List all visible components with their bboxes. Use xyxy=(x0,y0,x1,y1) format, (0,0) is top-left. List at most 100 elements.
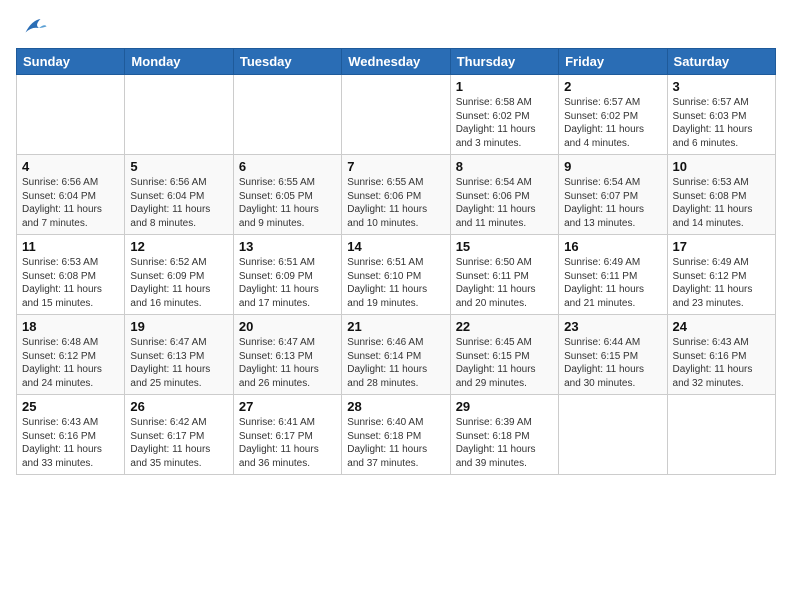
day-number: 6 xyxy=(239,159,336,174)
calendar-cell: 21 Sunrise: 6:46 AM Sunset: 6:14 PM Dayli… xyxy=(342,315,450,395)
day-number: 7 xyxy=(347,159,444,174)
day-info: Sunrise: 6:50 AM Sunset: 6:11 PM Dayligh… xyxy=(456,256,553,310)
day-info: Sunrise: 6:51 AM Sunset: 6:09 PM Dayligh… xyxy=(239,256,336,310)
calendar-cell: 26 Sunrise: 6:42 AM Sunset: 6:17 PM Dayli… xyxy=(125,395,233,475)
day-number: 26 xyxy=(130,399,227,414)
day-info: Sunrise: 6:58 AM Sunset: 6:02 PM Dayligh… xyxy=(456,96,553,150)
day-info: Sunrise: 6:51 AM Sunset: 6:10 PM Dayligh… xyxy=(347,256,444,310)
calendar-cell: 22 Sunrise: 6:45 AM Sunset: 6:15 PM Dayli… xyxy=(450,315,558,395)
calendar-body: 1 Sunrise: 6:58 AM Sunset: 6:02 PM Daylig… xyxy=(17,75,776,475)
calendar-cell: 8 Sunrise: 6:54 AM Sunset: 6:06 PM Daylig… xyxy=(450,155,558,235)
day-number: 18 xyxy=(22,319,119,334)
calendar-cell: 16 Sunrise: 6:49 AM Sunset: 6:11 PM Dayli… xyxy=(559,235,667,315)
calendar-cell: 10Sunrise: 6:53 AM Sunset: 6:08 PM Dayli… xyxy=(667,155,775,235)
week-row-2: 4Sunrise: 6:56 AM Sunset: 6:04 PM Daylig… xyxy=(17,155,776,235)
calendar-cell: 23Sunrise: 6:44 AM Sunset: 6:15 PM Dayli… xyxy=(559,315,667,395)
dow-header-thursday: Thursday xyxy=(450,49,558,75)
dow-header-friday: Friday xyxy=(559,49,667,75)
day-info: Sunrise: 6:47 AM Sunset: 6:13 PM Dayligh… xyxy=(130,336,227,390)
dow-header-monday: Monday xyxy=(125,49,233,75)
calendar-cell xyxy=(342,75,450,155)
day-info: Sunrise: 6:54 AM Sunset: 6:06 PM Dayligh… xyxy=(456,176,553,230)
calendar-cell: 2Sunrise: 6:57 AM Sunset: 6:02 PM Daylig… xyxy=(559,75,667,155)
day-number: 16 xyxy=(564,239,661,254)
header xyxy=(16,16,776,40)
day-number: 10 xyxy=(673,159,770,174)
day-number: 5 xyxy=(130,159,227,174)
day-info: Sunrise: 6:45 AM Sunset: 6:15 PM Dayligh… xyxy=(456,336,553,390)
day-info: Sunrise: 6:46 AM Sunset: 6:14 PM Dayligh… xyxy=(347,336,444,390)
logo xyxy=(16,16,48,40)
calendar-cell: 13 Sunrise: 6:51 AM Sunset: 6:09 PM Dayli… xyxy=(233,235,341,315)
day-number: 19 xyxy=(130,319,227,334)
week-row-4: 18 Sunrise: 6:48 AM Sunset: 6:12 PM Dayli… xyxy=(17,315,776,395)
calendar-cell xyxy=(17,75,125,155)
day-info: Sunrise: 6:54 AM Sunset: 6:07 PM Dayligh… xyxy=(564,176,661,230)
days-of-week-row: SundayMondayTuesdayWednesdayThursdayFrid… xyxy=(17,49,776,75)
day-number: 22 xyxy=(456,319,553,334)
calendar-cell: 14 Sunrise: 6:51 AM Sunset: 6:10 PM Dayli… xyxy=(342,235,450,315)
calendar-cell: 29 Sunrise: 6:39 AM Sunset: 6:18 PM Dayli… xyxy=(450,395,558,475)
day-info: Sunrise: 6:41 AM Sunset: 6:17 PM Dayligh… xyxy=(239,416,336,470)
day-number: 15 xyxy=(456,239,553,254)
day-info: Sunrise: 6:49 AM Sunset: 6:11 PM Dayligh… xyxy=(564,256,661,310)
day-number: 9 xyxy=(564,159,661,174)
day-number: 20 xyxy=(239,319,336,334)
day-number: 3 xyxy=(673,79,770,94)
calendar-cell: 25 Sunrise: 6:43 AM Sunset: 6:16 PM Dayli… xyxy=(17,395,125,475)
day-number: 17 xyxy=(673,239,770,254)
day-info: Sunrise: 6:52 AM Sunset: 6:09 PM Dayligh… xyxy=(130,256,227,310)
calendar-cell: 3 Sunrise: 6:57 AM Sunset: 6:03 PM Daylig… xyxy=(667,75,775,155)
week-row-5: 25 Sunrise: 6:43 AM Sunset: 6:16 PM Dayli… xyxy=(17,395,776,475)
day-info: Sunrise: 6:53 AM Sunset: 6:08 PM Dayligh… xyxy=(22,256,119,310)
day-info: Sunrise: 6:57 AM Sunset: 6:03 PM Dayligh… xyxy=(673,96,770,150)
day-number: 14 xyxy=(347,239,444,254)
week-row-3: 11 Sunrise: 6:53 AM Sunset: 6:08 PM Dayli… xyxy=(17,235,776,315)
dow-header-tuesday: Tuesday xyxy=(233,49,341,75)
day-info: Sunrise: 6:39 AM Sunset: 6:18 PM Dayligh… xyxy=(456,416,553,470)
day-info: Sunrise: 6:40 AM Sunset: 6:18 PM Dayligh… xyxy=(347,416,444,470)
day-info: Sunrise: 6:49 AM Sunset: 6:12 PM Dayligh… xyxy=(673,256,770,310)
day-info: Sunrise: 6:43 AM Sunset: 6:16 PM Dayligh… xyxy=(673,336,770,390)
day-info: Sunrise: 6:47 AM Sunset: 6:13 PM Dayligh… xyxy=(239,336,336,390)
calendar-cell xyxy=(559,395,667,475)
calendar-cell: 19 Sunrise: 6:47 AM Sunset: 6:13 PM Dayli… xyxy=(125,315,233,395)
dow-header-wednesday: Wednesday xyxy=(342,49,450,75)
day-number: 13 xyxy=(239,239,336,254)
calendar-cell: 15 Sunrise: 6:50 AM Sunset: 6:11 PM Dayli… xyxy=(450,235,558,315)
calendar-cell: 17 Sunrise: 6:49 AM Sunset: 6:12 PM Dayli… xyxy=(667,235,775,315)
day-info: Sunrise: 6:42 AM Sunset: 6:17 PM Dayligh… xyxy=(130,416,227,470)
day-info: Sunrise: 6:48 AM Sunset: 6:12 PM Dayligh… xyxy=(22,336,119,390)
dow-header-sunday: Sunday xyxy=(17,49,125,75)
calendar: SundayMondayTuesdayWednesdayThursdayFrid… xyxy=(16,48,776,475)
calendar-cell: 27Sunrise: 6:41 AM Sunset: 6:17 PM Dayli… xyxy=(233,395,341,475)
day-number: 12 xyxy=(130,239,227,254)
calendar-cell: 12 Sunrise: 6:52 AM Sunset: 6:09 PM Dayli… xyxy=(125,235,233,315)
day-info: Sunrise: 6:55 AM Sunset: 6:05 PM Dayligh… xyxy=(239,176,336,230)
calendar-cell xyxy=(667,395,775,475)
calendar-cell: 4Sunrise: 6:56 AM Sunset: 6:04 PM Daylig… xyxy=(17,155,125,235)
calendar-cell: 11 Sunrise: 6:53 AM Sunset: 6:08 PM Dayli… xyxy=(17,235,125,315)
day-number: 28 xyxy=(347,399,444,414)
day-number: 1 xyxy=(456,79,553,94)
day-number: 21 xyxy=(347,319,444,334)
logo-bird-icon xyxy=(18,16,48,40)
calendar-cell: 7 Sunrise: 6:55 AM Sunset: 6:06 PM Daylig… xyxy=(342,155,450,235)
day-info: Sunrise: 6:43 AM Sunset: 6:16 PM Dayligh… xyxy=(22,416,119,470)
day-number: 8 xyxy=(456,159,553,174)
day-number: 2 xyxy=(564,79,661,94)
dow-header-saturday: Saturday xyxy=(667,49,775,75)
calendar-cell: 18 Sunrise: 6:48 AM Sunset: 6:12 PM Dayli… xyxy=(17,315,125,395)
day-info: Sunrise: 6:56 AM Sunset: 6:04 PM Dayligh… xyxy=(130,176,227,230)
day-number: 11 xyxy=(22,239,119,254)
day-info: Sunrise: 6:56 AM Sunset: 6:04 PM Dayligh… xyxy=(22,176,119,230)
calendar-cell: 5 Sunrise: 6:56 AM Sunset: 6:04 PM Daylig… xyxy=(125,155,233,235)
calendar-cell: 9 Sunrise: 6:54 AM Sunset: 6:07 PM Daylig… xyxy=(559,155,667,235)
day-info: Sunrise: 6:55 AM Sunset: 6:06 PM Dayligh… xyxy=(347,176,444,230)
calendar-cell xyxy=(233,75,341,155)
day-number: 29 xyxy=(456,399,553,414)
week-row-1: 1 Sunrise: 6:58 AM Sunset: 6:02 PM Daylig… xyxy=(17,75,776,155)
calendar-cell xyxy=(125,75,233,155)
day-number: 23 xyxy=(564,319,661,334)
day-number: 25 xyxy=(22,399,119,414)
